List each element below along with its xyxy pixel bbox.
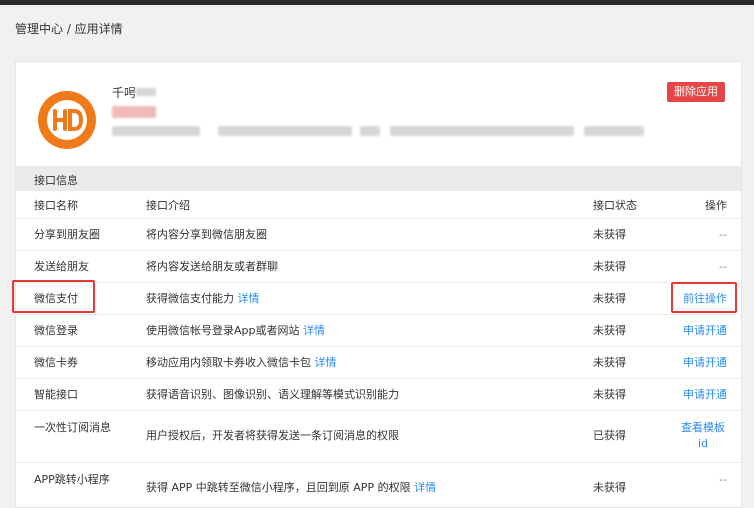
operation-none: -- [719,473,727,486]
interface-status: 已获得 [593,429,626,442]
interface-status: 未获得 [593,292,626,305]
header-status: 接口状态 [593,199,637,212]
interface-desc: 将内容分享到微信朋友圈 [146,227,586,243]
interface-desc: 获得 APP 中跳转至微信小程序，且回到原 APP 的权限 详情 [146,480,586,496]
app-name: 千呺 [112,86,137,100]
interface-desc-text: 将内容发送给朋友或者群聊 [146,260,278,273]
interface-name: 一次性订阅消息 [34,421,111,434]
interface-desc: 获得语音识别、图像识别、语义理解等模式识别能力 [146,387,586,403]
interface-section-header: 接口信息 [16,166,741,191]
interface-name: 分享到朋友圈 [34,228,100,241]
header-name: 接口名称 [34,199,78,212]
detail-link[interactable]: 详情 [238,292,260,305]
interface-desc-text: 用户授权后，开发者将获得发送一条订阅消息的权限 [146,429,399,442]
interface-desc: 将内容发送给朋友或者群聊 [146,259,586,275]
redacted-info [360,126,380,136]
redacted-info [390,126,574,136]
redacted-info [584,126,644,136]
operation-link[interactable]: 申请开通 [667,355,727,371]
detail-link[interactable]: 详情 [303,324,325,337]
table-row: 微信支付 获得微信支付能力 详情 未获得 前往操作 [16,283,741,315]
highlight-wechat-pay [12,280,95,313]
interface-name: 智能接口 [34,388,78,401]
interface-desc: 获得微信支付能力 详情 [146,291,586,307]
redacted-tag [112,106,156,118]
interface-desc-text: 使用微信帐号登录App或者网站 [146,324,300,337]
interface-desc-text: 将内容分享到微信朋友圈 [146,228,267,241]
operation-link[interactable]: 查看模板id [679,420,727,452]
table-row: 发送给朋友 将内容发送给朋友或者群聊 未获得 -- [16,251,741,283]
interface-status: 未获得 [593,481,626,494]
interface-desc: 使用微信帐号登录App或者网站 详情 [146,323,586,339]
interface-status: 未获得 [593,228,626,241]
interface-name: 微信卡券 [34,356,78,369]
interface-status: 未获得 [593,356,626,369]
detail-link[interactable]: 详情 [315,356,337,369]
redacted-name-suffix [136,88,156,96]
header-desc: 接口介绍 [146,199,190,212]
interface-status: 未获得 [593,324,626,337]
interface-desc-text: 获得微信支付能力 [146,292,234,305]
interface-name: APP跳转小程序 [34,473,110,486]
interface-desc-text: 获得语音识别、图像识别、语义理解等模式识别能力 [146,388,399,401]
table-row: 一次性订阅消息用户授权后，开发者将获得发送一条订阅消息的权限 已获得 查看模板id [16,411,741,463]
redacted-info [112,126,200,136]
highlight-go-operate [671,282,737,313]
operation-none: -- [719,228,727,241]
operation-link[interactable]: 申请开通 [667,323,727,339]
interface-status: 未获得 [593,260,626,273]
interface-name: 发送给朋友 [34,260,89,273]
interface-desc-text: 移动应用内领取卡券收入微信卡包 [146,356,311,369]
operation-none: -- [719,260,727,273]
table-row: 智能接口 获得语音识别、图像识别、语义理解等模式识别能力 未获得 申请开通 [16,379,741,411]
app-logo-icon [38,91,96,149]
top-border [0,0,754,5]
interface-desc: 移动应用内领取卡券收入微信卡包 详情 [146,355,586,371]
interface-name: 微信登录 [34,324,78,337]
interface-desc: 用户授权后，开发者将获得发送一条订阅消息的权限 [146,428,586,444]
table-row: APP跳转小程序获得 APP 中跳转至微信小程序，且回到原 APP 的权限 详情… [16,463,741,508]
delete-app-button[interactable]: 删除应用 [667,82,725,102]
operation-link[interactable]: 申请开通 [667,387,727,403]
detail-link[interactable]: 详情 [414,481,436,494]
header-op: 操作 [705,199,727,212]
section-title: 接口信息 [34,174,78,187]
interface-status: 未获得 [593,388,626,401]
redacted-info [218,126,352,136]
table-header-row: 接口名称 接口介绍 接口状态 操作 [16,191,741,219]
table-row: 微信登录 使用微信帐号登录App或者网站 详情 未获得 申请开通 [16,315,741,347]
table-row: 分享到朋友圈 将内容分享到微信朋友圈 未获得 -- [16,219,741,251]
breadcrumb: 管理中心 / 应用详情 [15,22,123,36]
interface-desc-text: 获得 APP 中跳转至微信小程序，且回到原 APP 的权限 [146,481,411,494]
table-row: 微信卡券 移动应用内领取卡券收入微信卡包 详情 未获得 申请开通 [16,347,741,379]
